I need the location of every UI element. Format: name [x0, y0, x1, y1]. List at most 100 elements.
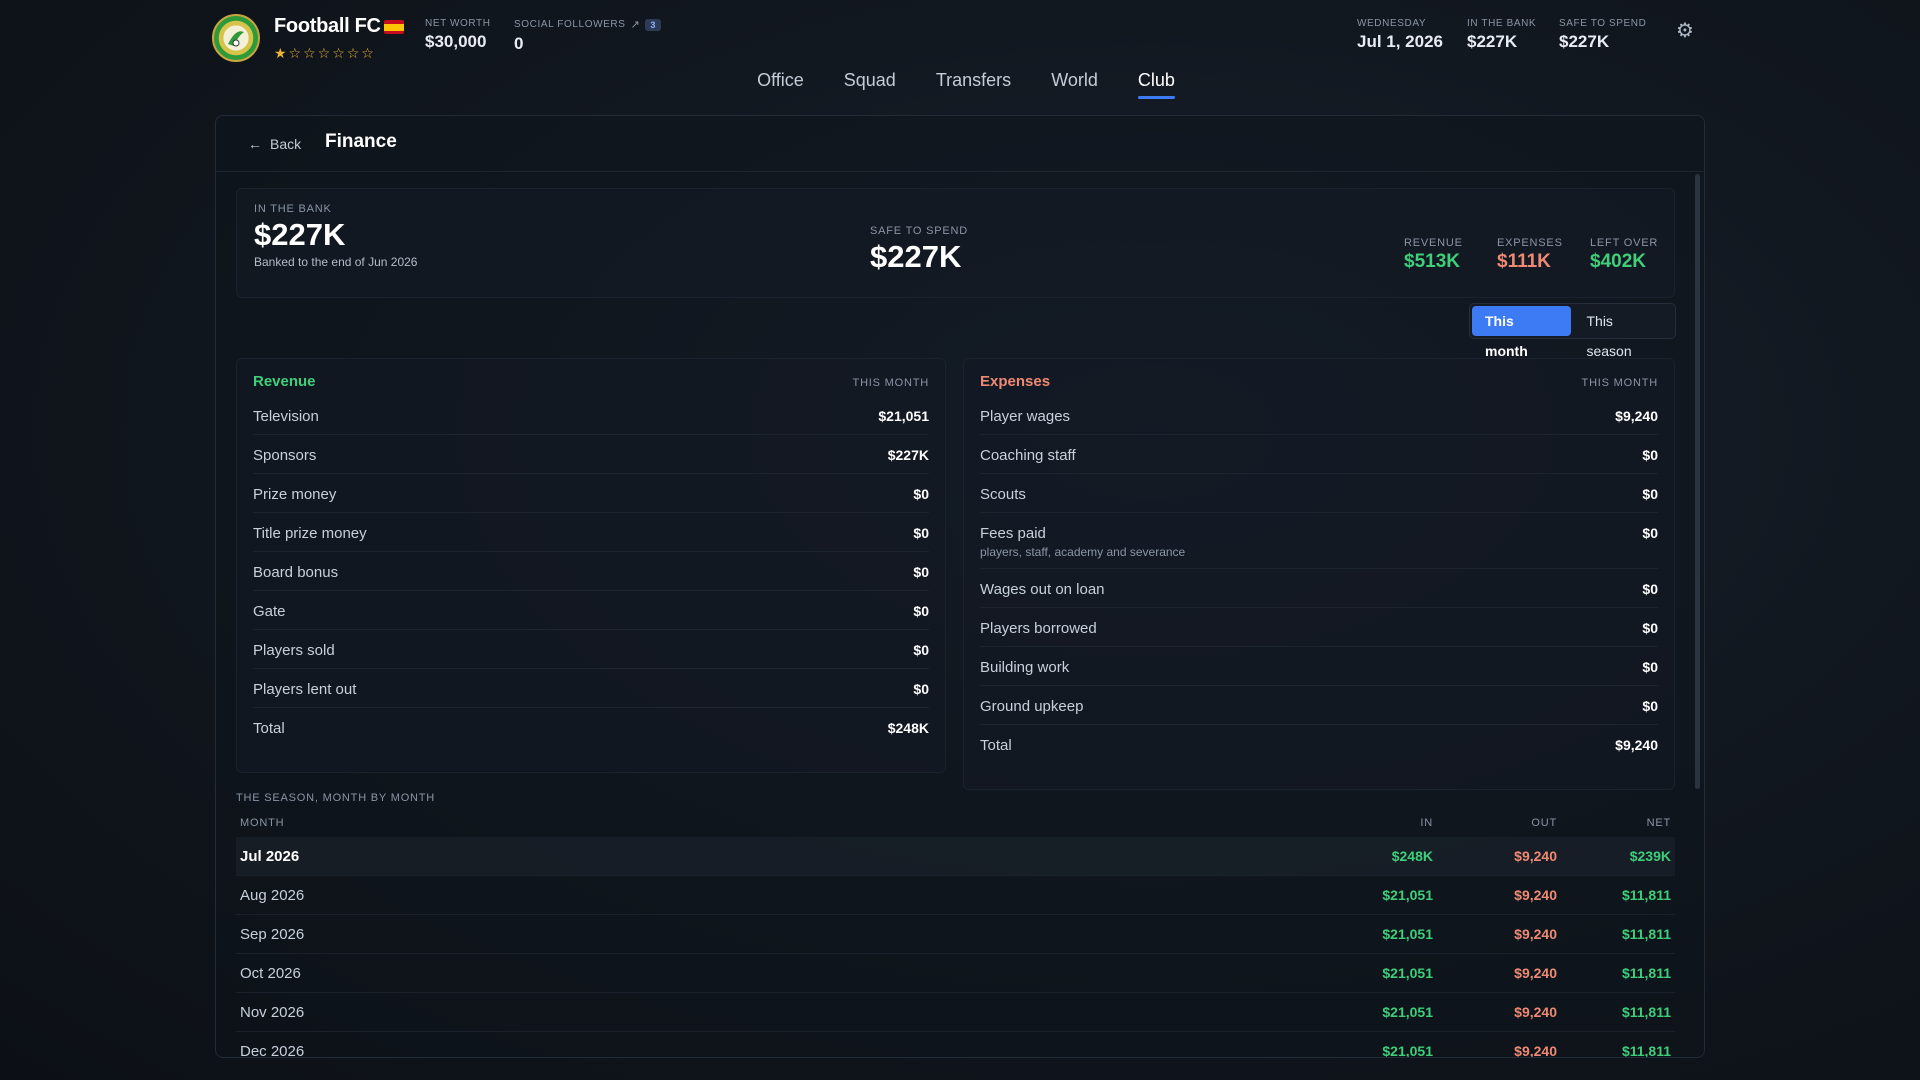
arrow-left-icon: ← [248, 136, 262, 152]
expenses-row: Coaching staff $0 [980, 435, 1658, 474]
summary-safe-value: $227K [870, 239, 962, 274]
nav-office[interactable]: Office [757, 70, 804, 97]
season-row[interactable]: Dec 2026 $21,051 $9,240 $11,811 [236, 1032, 1675, 1058]
safe-to-spend-value: $227K [1559, 32, 1610, 51]
summary-bank-label: IN THE BANK [254, 203, 332, 215]
expenses-row-label: Scouts [980, 486, 1026, 503]
expenses-total-row: Total $9,240 [980, 725, 1658, 764]
revenue-row-value: $21,051 [878, 408, 929, 424]
nav-club[interactable]: Club [1137, 70, 1175, 99]
spain-flag-icon [384, 20, 404, 34]
revenue-row-value: $0 [913, 564, 929, 580]
external-link-icon[interactable]: ↗ [630, 18, 640, 31]
expenses-row-value: $0 [1642, 525, 1658, 541]
back-button[interactable]: ← Back [248, 136, 301, 152]
revenue-row-value: $0 [913, 525, 929, 541]
date-stat: WEDNESDAY Jul 1, 2026 [1357, 18, 1443, 52]
revenue-row: Players sold $0 [253, 630, 929, 669]
expenses-row-value: $0 [1642, 698, 1658, 714]
season-row-in: $248K [1391, 848, 1433, 864]
season-row[interactable]: Nov 2026 $21,051 $9,240 $11,811 [236, 993, 1675, 1032]
revenue-row-label: Prize money [253, 486, 337, 503]
col-out: OUT [1531, 817, 1557, 829]
season-row[interactable]: Oct 2026 $21,051 $9,240 $11,811 [236, 954, 1675, 993]
weekday-label: WEDNESDAY [1357, 18, 1427, 29]
summary-bank: IN THE BANK $227K Banked to the end of J… [254, 203, 417, 269]
bank-stat: IN THE BANK $227K [1467, 18, 1536, 52]
summary-safe: SAFE TO SPEND $227K [870, 225, 968, 275]
expenses-card: Expenses THIS MONTH Player wages $9,240 Co… [963, 358, 1675, 790]
finance-panel: ← Back Finance IN THE BANK $227K Banked … [215, 115, 1705, 1058]
summary-expenses-label: EXPENSES [1497, 237, 1563, 249]
club-rating-stars: ★☆☆☆☆☆☆ [274, 45, 376, 61]
expenses-row-value: $9,240 [1615, 408, 1658, 424]
season-row-out: $9,240 [1514, 926, 1557, 942]
summary-revenue: REVENUE $513K [1404, 237, 1463, 273]
club-crest-icon[interactable] [212, 14, 260, 62]
revenue-row-value: $0 [913, 486, 929, 502]
bank-label: IN THE BANK [1467, 18, 1537, 29]
nav-world[interactable]: World [1051, 70, 1098, 97]
summary-revenue-value: $513K [1404, 251, 1460, 272]
season-row-in: $21,051 [1382, 926, 1433, 942]
summary-expenses-value: $111K [1497, 251, 1551, 272]
expenses-row: Fees paid $0 players, staff, academy and s… [980, 513, 1658, 569]
revenue-row-value: $0 [913, 642, 929, 658]
revenue-row-label: Gate [253, 603, 286, 620]
expenses-row-label: Players borrowed [980, 620, 1097, 637]
season-row-month: Aug 2026 [240, 887, 305, 904]
nav-squad[interactable]: Squad [844, 70, 896, 97]
expenses-row: Scouts $0 [980, 474, 1658, 513]
summary-safe-label: SAFE TO SPEND [870, 225, 969, 237]
summary-expenses: EXPENSES $111K [1497, 237, 1563, 273]
season-row[interactable]: Jul 2026 $248K $9,240 $239K [236, 837, 1675, 876]
social-followers-value: 0 [514, 34, 524, 53]
expenses-title: Expenses [980, 373, 1051, 390]
summary-leftover: LEFT OVER $402K [1590, 237, 1658, 273]
this-season-button[interactable]: This season [1573, 306, 1673, 359]
revenue-row: Sponsors $227K [253, 435, 929, 474]
season-row[interactable]: Sep 2026 $21,051 $9,240 $11,811 [236, 915, 1675, 954]
revenue-row: Gate $0 [253, 591, 929, 630]
expenses-total-value: $9,240 [1615, 737, 1658, 753]
season-row-in: $21,051 [1382, 965, 1433, 981]
expenses-row-value: $0 [1642, 486, 1658, 502]
back-label: Back [270, 136, 302, 152]
expenses-row-value: $0 [1642, 620, 1658, 636]
revenue-total-label: Total [253, 720, 285, 737]
season-table-header: MONTH IN OUT NET [236, 817, 1675, 837]
finance-summary: IN THE BANK $227K Banked to the end of J… [236, 188, 1675, 298]
net-worth-label: NET WORTH [425, 18, 491, 29]
panel-header: ← Back Finance [216, 116, 1704, 172]
expenses-row-label: Building work [980, 659, 1070, 676]
revenue-card: Revenue THIS MONTH Television $21,051 Spon… [236, 358, 946, 773]
revenue-total-row: Total $248K [253, 708, 929, 747]
scrollbar[interactable] [1695, 174, 1700, 789]
season-row-in: $21,051 [1382, 1043, 1433, 1058]
season-row-net: $11,811 [1621, 965, 1671, 981]
season-row-net: $11,811 [1621, 887, 1671, 903]
revenue-row-value: $227K [887, 447, 929, 463]
revenue-row-label: Television [253, 408, 319, 425]
revenue-row-value: $0 [913, 681, 929, 697]
col-net: NET [1646, 817, 1671, 829]
club-name[interactable]: Football FC [274, 15, 381, 38]
social-followers-stat[interactable]: SOCIAL FOLLOWERS ↗ 3 0 [514, 18, 661, 54]
nav-transfers[interactable]: Transfers [936, 70, 1011, 97]
expenses-row: Wages out on loan $0 [980, 569, 1658, 608]
net-worth-value: $30,000 [425, 32, 487, 51]
gear-icon[interactable]: ⚙ [1674, 20, 1696, 42]
social-followers-label: SOCIAL FOLLOWERS [514, 19, 626, 30]
season-row-month: Oct 2026 [240, 965, 301, 982]
revenue-row-label: Players sold [253, 642, 335, 659]
season-row-month: Nov 2026 [240, 1004, 305, 1021]
this-month-button[interactable]: This month [1472, 306, 1572, 359]
page-title: Finance [325, 131, 397, 152]
current-date: Jul 1, 2026 [1357, 32, 1444, 51]
season-row[interactable]: Aug 2026 $21,051 $9,240 $11,811 [236, 876, 1675, 915]
revenue-row-label: Sponsors [253, 447, 317, 464]
period-toggle: This month This season [1469, 303, 1676, 359]
expenses-row-label: Fees paid [980, 525, 1046, 542]
expenses-row-label: Player wages [980, 408, 1071, 425]
revenue-row: Television $21,051 [253, 396, 929, 435]
